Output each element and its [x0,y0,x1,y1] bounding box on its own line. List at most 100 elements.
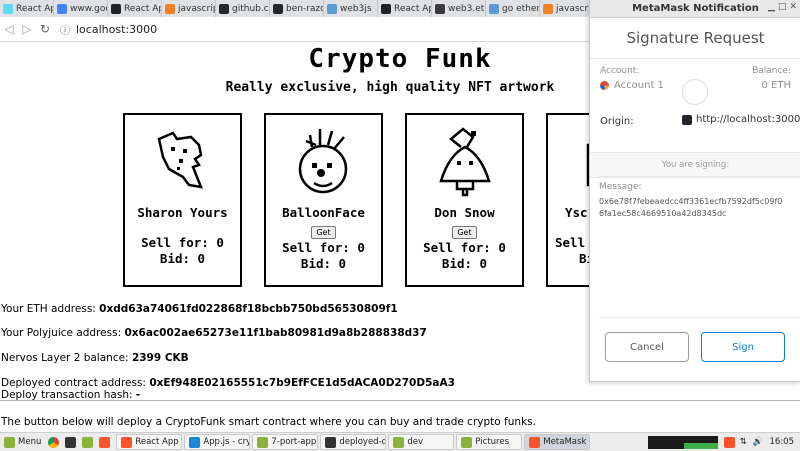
github-icon [219,3,229,14]
back-icon[interactable]: ◁ [0,22,18,36]
taskbar-window-label: React App - [135,437,183,447]
nft-card: BalloonFace Get Sell for: 0 Bid: 0 [264,113,383,287]
doc-icon [435,3,445,14]
network-icon[interactable]: ⇅ [740,437,747,447]
eth-address-label: Your ETH address: [1,303,96,315]
brave-icon [121,436,133,448]
origin-value: http://localhost:3000 [696,114,800,125]
tab-label: javascript [178,3,215,14]
card-name: BalloonFace [282,205,365,220]
taskbar-window[interactable]: MetaMask [524,434,591,450]
layer2-balance-line: Nervos Layer 2 balance: 2399 CKB [1,352,189,364]
minimize-icon[interactable]: ▁ [768,2,775,12]
taskbar-window[interactable]: React App - [116,434,183,450]
you-are-signing-bar: You are signing: [590,152,800,178]
you-are-signing-label: You are signing: [661,160,730,170]
taskbar-window-label: deployed-co [339,437,387,447]
browser-tab[interactable]: ben-razor [270,0,324,17]
balance-label: Balance: [752,66,791,76]
browser-tab[interactable]: www.goo [54,0,108,17]
brave-launcher-icon[interactable] [99,436,111,448]
taskbar-window[interactable]: deployed-co [320,434,387,450]
metamask-titlebar: MetaMask Notification ▁ □ ✕ [590,0,800,18]
card-sell-price: Sell for: 0 [141,235,224,250]
browser-tab[interactable]: web3js [324,0,378,17]
cancel-button[interactable]: Cancel [605,332,689,362]
browser-tab[interactable]: React App [378,0,432,17]
tab-label: React App [124,3,161,14]
reload-icon[interactable]: ↻ [36,22,54,36]
card-bid: Bid: 0 [300,256,347,271]
folder-icon [257,436,269,448]
card-sell-price: Sell for: 0 [423,240,506,255]
identicon [682,79,708,105]
browser-tab[interactable]: javascript [162,0,216,17]
mint-menu-icon [4,436,15,448]
taskbar-window-label: MetaMask [543,437,587,447]
card-sell-price: Sell for: 0 [282,240,365,255]
close-icon[interactable]: ✕ [789,2,797,12]
browser-tab[interactable]: github.co [216,0,270,17]
taskbar-window[interactable]: 7-port-app [252,434,319,450]
browser-tab[interactable]: go ethere [486,0,540,17]
stackoverflow-icon [165,3,175,14]
chrome-launcher-icon[interactable] [48,436,60,448]
terminal-launcher-icon[interactable] [65,436,77,448]
taskbar-window-label: 7-port-app [271,437,317,447]
polyjuice-address-label: Your Polyjuice address: [1,327,122,339]
browser-tab[interactable]: React App [0,0,54,17]
balloonface-artwork [298,129,348,194]
contract-address-label: Deployed contract address: [1,377,146,389]
layer2-balance-value: 2399 CKB [131,352,189,364]
account-label: Account: [600,66,640,76]
brave-icon [529,436,541,448]
taskbar-window[interactable]: App.js - cryp [184,434,251,450]
browser-tab[interactable]: React App [108,0,162,17]
google-icon [57,3,67,14]
clock[interactable]: 16:05 [770,437,795,447]
message-box[interactable]: Message: 0x6e78f7febeaedcc4ff3361ecfb759… [599,176,799,318]
taskbar-window[interactable]: dev [388,434,455,450]
account-avatar-icon [600,81,609,90]
get-button[interactable]: Get [311,226,336,239]
menu-button[interactable]: Menu [0,434,45,450]
account-name: Account 1 [614,80,664,91]
taskbar-window-list: React App - App.js - cryp 7-port-app deploy… [116,434,592,450]
nft-card: Don Snow Get Sell for: 0 Bid: 0 [405,113,524,287]
card-bid: Bid: 0 [159,251,206,266]
address-bar[interactable]: ⓘ localhost:3000 [60,22,157,37]
github-icon [273,3,283,14]
tab-label: www.goo [70,3,108,14]
layer2-balance-label: Nervos Layer 2 balance: [1,352,129,364]
files-launcher-icon[interactable] [82,436,94,448]
folder-icon [393,436,405,448]
sign-button[interactable]: Sign [701,332,785,362]
browser-tab[interactable]: javascrip [540,0,594,17]
taskbar: Menu React App - App.js - cryp 7-port-app d… [0,432,800,451]
sharon-yours-artwork [157,131,203,189]
page-info-icon[interactable]: ⓘ [60,22,70,37]
get-button[interactable]: Get [452,226,477,239]
taskbar-window[interactable]: Pictures [456,434,523,450]
taskbar-window-label: App.js - cryp [203,437,249,447]
volume-icon[interactable]: 🔊 [753,437,764,447]
don-snow-artwork [439,127,491,197]
tab-label: web3.eth [448,3,486,14]
nft-card: Sharon Yours Sell for: 0 Bid: 0 [123,113,242,287]
card-name: Don Snow [434,205,495,220]
taskbar-window-label: Pictures [475,437,510,447]
forward-icon[interactable]: ▷ [18,22,36,36]
tab-label: web3js [340,3,372,14]
polyjuice-address-line: Your Polyjuice address: 0x6ac002ae65273e… [1,327,427,339]
terminal-icon [325,436,337,448]
browser-tab[interactable]: web3.eth [432,0,486,17]
maximize-icon[interactable]: □ [778,2,787,12]
menu-label: Menu [18,437,42,447]
tab-label: React App [16,3,53,14]
card-name: Sharon Yours [137,205,228,220]
brave-tray-icon[interactable] [723,436,735,448]
react-icon [111,3,121,14]
balance-value: 0 ETH [761,80,792,91]
taskbar-window-label: dev [407,437,423,447]
signature-request-header: Signature Request [590,18,800,59]
